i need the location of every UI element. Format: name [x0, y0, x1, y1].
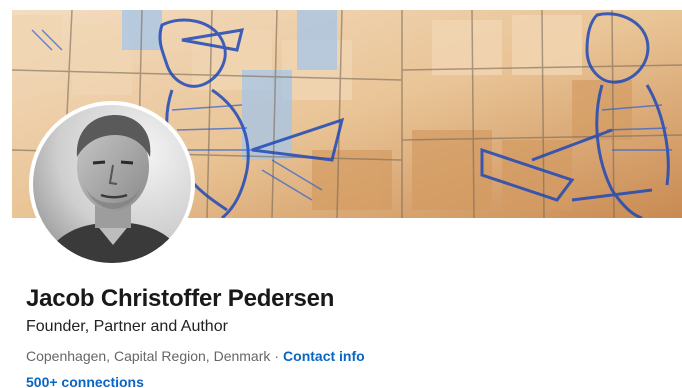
- profile-location: Copenhagen, Capital Region, Denmark: [26, 348, 271, 364]
- profile-card: Jacob Christoffer Pedersen Founder, Part…: [0, 0, 682, 388]
- location-line: Copenhagen, Capital Region, Denmark · Cont…: [26, 348, 365, 364]
- profile-headline: Founder, Partner and Author: [26, 318, 228, 335]
- separator-dot: ·: [274, 348, 280, 364]
- profile-photo[interactable]: [29, 101, 195, 267]
- connections-link[interactable]: 500+ connections: [26, 374, 144, 388]
- profile-name: Jacob Christoffer Pedersen: [26, 285, 335, 312]
- contact-info-link[interactable]: Contact info: [283, 348, 365, 364]
- connections-count: 500+ connections: [26, 374, 144, 388]
